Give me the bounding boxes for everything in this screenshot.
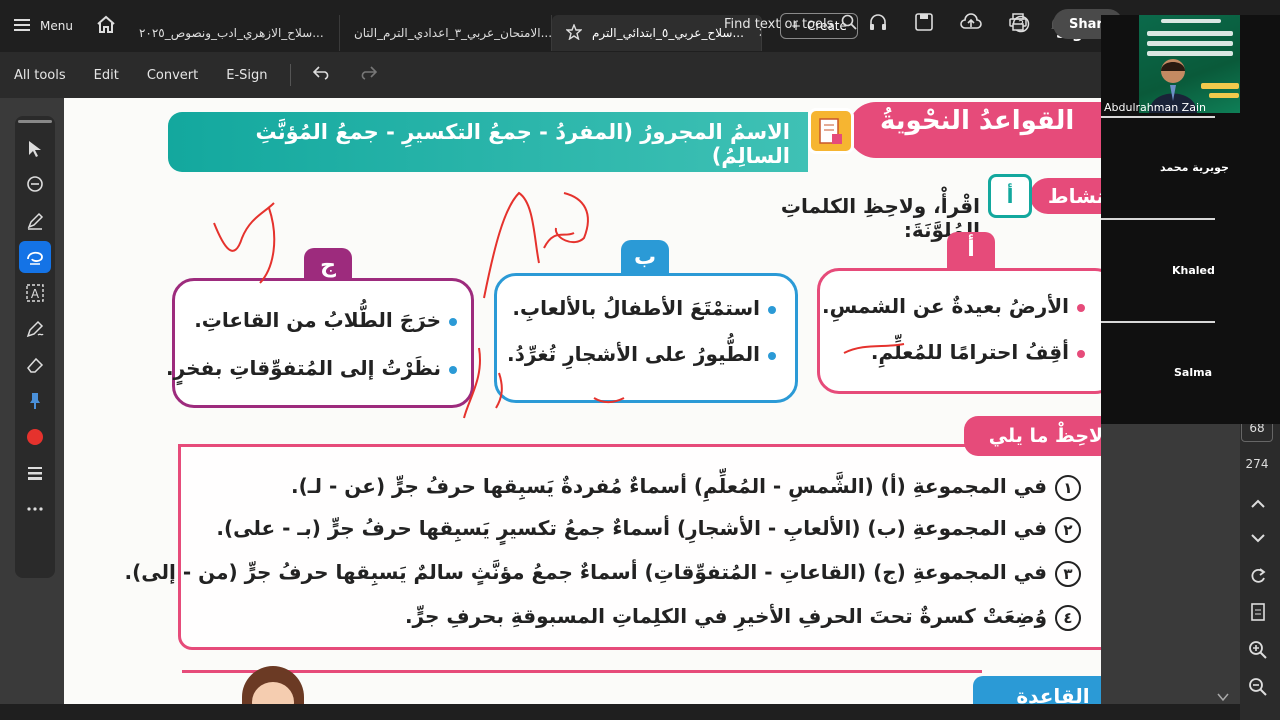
participant-name: Salma	[1174, 366, 1213, 379]
esign-button[interactable]: E-Sign	[212, 68, 281, 83]
svg-text:A: A	[31, 287, 40, 301]
tab-1[interactable]: سلاح_الازهري_ادب_ونصوص_٢٠٢٥...	[125, 15, 340, 51]
pdf-page[interactable]: الاسمُ المجرورُ (المفردُ - جمعُ التكسيرِ…	[64, 98, 1101, 704]
page-thumbnail-icon[interactable]	[1248, 602, 1268, 622]
toolbar: All tools Edit Convert E-Sign	[0, 52, 1280, 98]
chevron-down-icon[interactable]	[1248, 528, 1268, 548]
all-tools-button[interactable]: All tools	[0, 68, 80, 83]
hamburger-icon	[14, 18, 30, 35]
video-divider	[1101, 321, 1215, 323]
note-line-3: ٣في المجموعةِ (ج) (القاعاتِ - المُتفوِّق…	[125, 560, 1081, 587]
text-box-icon[interactable]: A	[19, 277, 51, 309]
note-number: ٣	[1055, 561, 1081, 587]
home-button[interactable]	[87, 0, 125, 52]
find-label: Find text or tools	[724, 16, 834, 32]
presenter-video-thumbnail	[1139, 15, 1240, 113]
star-icon[interactable]	[565, 22, 583, 43]
quick-tools-bar: A	[15, 116, 55, 578]
tab-label: سلاح_عربي_٥_ابتدائي_الترم...	[591, 26, 744, 40]
color-swatch-icon[interactable]	[19, 421, 51, 453]
note-number: ٤	[1055, 605, 1081, 631]
divider-line	[182, 670, 982, 673]
note-line-4: ٤وُضِعَتْ كسرةٌ تحتَ الحرفِ الأخيرِ في ا…	[405, 604, 1081, 631]
print-icon[interactable]	[1008, 12, 1028, 36]
pin-icon[interactable]	[19, 385, 51, 417]
video-divider	[1101, 218, 1215, 220]
participant-name: جويرية محمد	[1160, 161, 1229, 174]
menu-button[interactable]: Menu	[0, 0, 87, 52]
tab-2[interactable]: الامتحان_عربي_٣_اعدادي_الترم_التان...	[340, 15, 552, 51]
scroll-down-arrow-icon[interactable]	[1217, 692, 1229, 702]
find-tools[interactable]: Find text or tools	[724, 14, 858, 34]
select-cursor-icon[interactable]	[19, 133, 51, 165]
sign-pen-icon[interactable]	[19, 313, 51, 345]
highlight-pen-icon[interactable]	[19, 205, 51, 237]
home-icon	[96, 15, 116, 37]
notice-title: لاحِظْ ما يلي	[964, 416, 1101, 456]
note-number: ٢	[1055, 517, 1081, 543]
more-options-icon[interactable]	[19, 493, 51, 525]
line-weight-icon[interactable]	[19, 457, 51, 489]
rotate-icon[interactable]	[1248, 566, 1268, 586]
eraser-icon[interactable]	[19, 349, 51, 381]
menu-label: Menu	[40, 19, 73, 33]
undo-icon[interactable]	[299, 66, 345, 84]
freehand-draw-icon[interactable]	[19, 241, 51, 273]
note-line-1: ١في المجموعةِ (أ) (الشَّمسِ - المُعلِّمِ…	[291, 474, 1081, 501]
save-icon[interactable]	[914, 12, 934, 36]
rule-title: القاعدة	[973, 676, 1101, 704]
chevron-up-icon[interactable]	[1248, 494, 1268, 514]
upload-cloud-icon[interactable]	[960, 12, 982, 36]
search-icon	[841, 14, 858, 34]
toolbar-divider	[289, 64, 291, 86]
note-number: ١	[1055, 475, 1081, 501]
note-line-2: ٢في المجموعةِ (ب) (الألعابِ - الأشجارِ) …	[216, 516, 1081, 543]
tab-label: الامتحان_عربي_٣_اعدادي_الترم_التان...	[353, 26, 552, 40]
video-divider	[1101, 116, 1215, 118]
page-total: 274	[1245, 457, 1269, 471]
tab-label: سلاح_الازهري_ادب_ونصوص_٢٠٢٥...	[138, 26, 324, 40]
headphones-icon[interactable]	[868, 12, 888, 36]
zoom-in-icon[interactable]	[1248, 640, 1268, 660]
edit-button[interactable]: Edit	[80, 68, 133, 83]
presenter-name: Abdulrahman Zain	[1104, 101, 1206, 114]
redo-icon[interactable]	[345, 66, 391, 84]
convert-button[interactable]: Convert	[133, 68, 212, 83]
drag-handle[interactable]	[18, 120, 52, 123]
participant-name: Khaled	[1172, 264, 1215, 277]
zoom-out-icon[interactable]	[1248, 677, 1268, 697]
comment-icon[interactable]	[19, 169, 51, 201]
